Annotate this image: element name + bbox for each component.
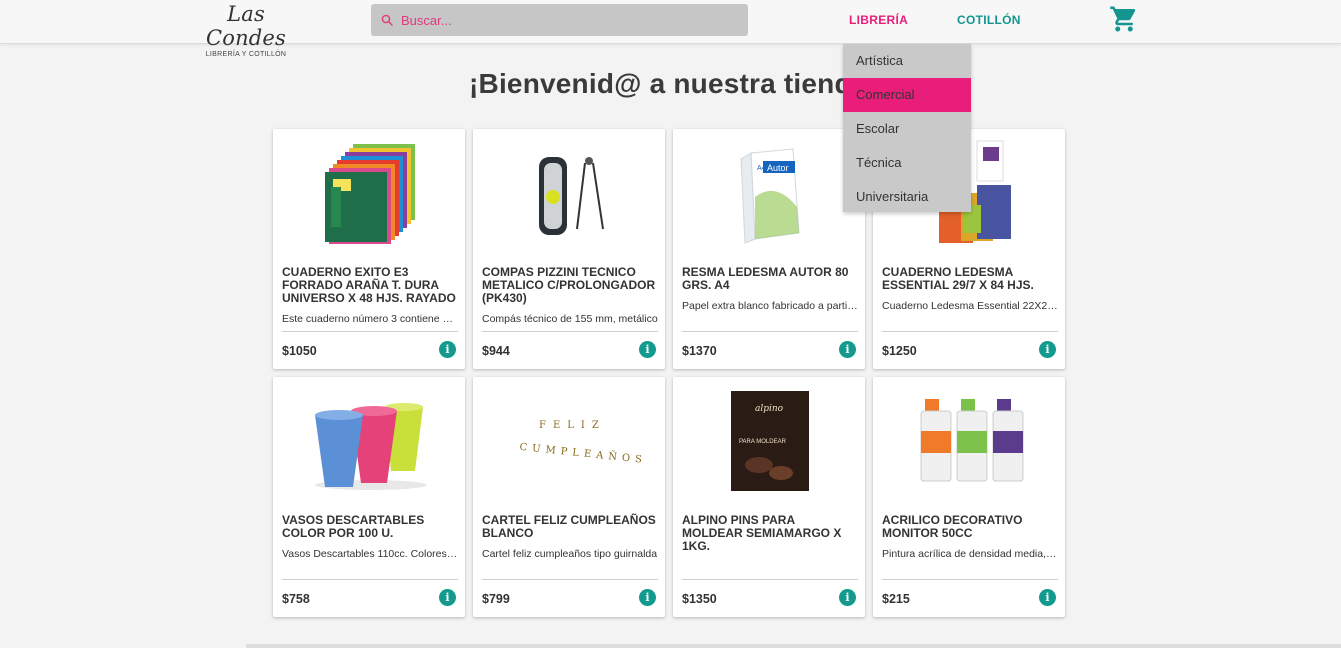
alpino-brand: alpino bbox=[755, 404, 784, 414]
search-bar[interactable] bbox=[371, 4, 748, 36]
dropdown-item-escolar[interactable]: Escolar bbox=[843, 112, 971, 146]
info-icon[interactable]: i bbox=[839, 341, 856, 358]
dropdown-item-comercial[interactable]: Comercial bbox=[843, 78, 971, 112]
header: Las Condes LIBRERÍA Y COTILLÓN LIBRERÍA … bbox=[0, 0, 1341, 58]
product-image-cuaderno-exito[interactable] bbox=[281, 137, 457, 249]
product-card[interactable]: FELIZ CUMPLEAÑOS CARTEL FELIZ CUMPLEAÑOS… bbox=[473, 377, 665, 617]
product-card[interactable]: ACRILICO DECORATIVO MONITOR 50cc Pintura… bbox=[873, 377, 1065, 617]
product-price: $944 bbox=[482, 344, 510, 358]
product-title: CUADERNO EXITO E3 FORRADO ARAÑA T. DURA … bbox=[282, 265, 456, 305]
product-title: VASOS DESCARTABLES COLOR POR 100 U. bbox=[282, 513, 425, 540]
info-icon[interactable]: i bbox=[839, 589, 856, 606]
product-image-resma[interactable]: Autor A4 bbox=[681, 137, 857, 249]
info-icon[interactable]: i bbox=[639, 589, 656, 606]
resma-brand: Autor bbox=[767, 163, 789, 173]
info-icon[interactable]: i bbox=[439, 341, 456, 358]
info-icon[interactable]: i bbox=[1039, 589, 1056, 606]
libreria-dropdown-menu: Artística Comercial Escolar Técnica Univ… bbox=[843, 44, 971, 212]
divider bbox=[882, 331, 1058, 332]
logo[interactable]: Las Condes LIBRERÍA Y COTILLÓN bbox=[196, 2, 296, 59]
product-description: Cartel feliz cumpleaños tipo guirnalda bbox=[482, 548, 658, 560]
page-title: ¡Bienvenid@ a nuestra tienda! bbox=[469, 68, 878, 99]
banner-feliz: FELIZ bbox=[539, 420, 606, 431]
product-title: ALPINO PINS PARA MOLDEAR SEMIAMARGO X 1K… bbox=[682, 513, 842, 553]
nav-cotillon[interactable]: COTILLÓN bbox=[957, 13, 1021, 27]
product-description: Cuaderno Ledesma Essential 22X29 cm bbox=[882, 300, 1058, 312]
product-price: $1250 bbox=[882, 344, 917, 358]
divider bbox=[482, 579, 658, 580]
product-card[interactable]: COMPAS PIZZINI TECNICO METALICO C/PROLON… bbox=[473, 129, 665, 369]
product-image-compas[interactable] bbox=[481, 137, 657, 249]
product-image-acrilico[interactable] bbox=[881, 385, 1057, 497]
product-price: $1370 bbox=[682, 344, 717, 358]
divider bbox=[682, 331, 858, 332]
divider bbox=[282, 331, 458, 332]
product-description: Papel extra blanco fabricado a partir de bbox=[682, 300, 858, 312]
info-icon[interactable]: i bbox=[1039, 341, 1056, 358]
product-image-vasos[interactable] bbox=[281, 385, 457, 497]
dropdown-item-tecnica[interactable]: Técnica bbox=[843, 146, 971, 180]
logo-subtitle: LIBRERÍA Y COTILLÓN bbox=[205, 51, 287, 58]
resma-size: A4 bbox=[757, 165, 766, 172]
product-price: $1350 bbox=[682, 592, 717, 606]
product-description: Este cuaderno número 3 contiene 48 hojas bbox=[282, 313, 458, 325]
product-image-cartel[interactable]: FELIZ CUMPLEAÑOS bbox=[481, 385, 657, 497]
product-card[interactable]: VASOS DESCARTABLES COLOR POR 100 U. Vaso… bbox=[273, 377, 465, 617]
nav-libreria[interactable]: LIBRERÍA bbox=[849, 13, 908, 27]
footer-edge bbox=[246, 644, 1341, 648]
product-title: RESMA LEDESMA AUTOR 80 GRS. A4 bbox=[682, 265, 849, 292]
shopping-cart-icon[interactable] bbox=[1108, 4, 1140, 34]
info-icon[interactable]: i bbox=[639, 341, 656, 358]
product-description: Vasos Descartables 110cc. Colores surtid… bbox=[282, 548, 458, 560]
alpino-label: PARA MOLDEAR bbox=[739, 439, 787, 445]
banner-cumpleanos: CUMPLEAÑOS bbox=[519, 441, 648, 466]
product-title: ACRILICO DECORATIVO MONITOR 50cc bbox=[882, 513, 1023, 540]
search-input[interactable] bbox=[401, 12, 731, 28]
product-description: Pintura acrílica de densidad media, alta bbox=[882, 548, 1058, 560]
dropdown-item-artistica[interactable]: Artística bbox=[843, 44, 971, 78]
product-title: CUADERNO LEDESMA ESSENTIAL 29/7 X 84 HJS… bbox=[882, 265, 1034, 292]
product-price: $758 bbox=[282, 592, 310, 606]
product-price: $1050 bbox=[282, 344, 317, 358]
product-description: Compás técnico de 155 mm, metálico bbox=[482, 313, 658, 325]
divider bbox=[282, 579, 458, 580]
product-title: COMPAS PIZZINI TECNICO METALICO C/PROLON… bbox=[482, 265, 656, 305]
product-card[interactable]: Autor A4 RESMA LEDESMA AUTOR 80 GRS. A4 … bbox=[673, 129, 865, 369]
product-title: CARTEL FELIZ CUMPLEAÑOS BLANCO bbox=[482, 513, 656, 540]
product-price: $799 bbox=[482, 592, 510, 606]
logo-title: Las Condes bbox=[205, 2, 287, 50]
divider bbox=[882, 579, 1058, 580]
product-image-alpino[interactable]: alpino PARA MOLDEAR bbox=[681, 385, 857, 497]
product-price: $215 bbox=[882, 592, 910, 606]
product-card[interactable]: alpino PARA MOLDEAR ALPINO PINS PARA MOL… bbox=[673, 377, 865, 617]
dropdown-item-universitaria[interactable]: Universitaria bbox=[843, 180, 971, 214]
info-icon[interactable]: i bbox=[439, 589, 456, 606]
search-icon bbox=[381, 14, 393, 26]
product-card[interactable]: CUADERNO EXITO E3 FORRADO ARAÑA T. DURA … bbox=[273, 129, 465, 369]
divider bbox=[482, 331, 658, 332]
divider bbox=[682, 579, 858, 580]
